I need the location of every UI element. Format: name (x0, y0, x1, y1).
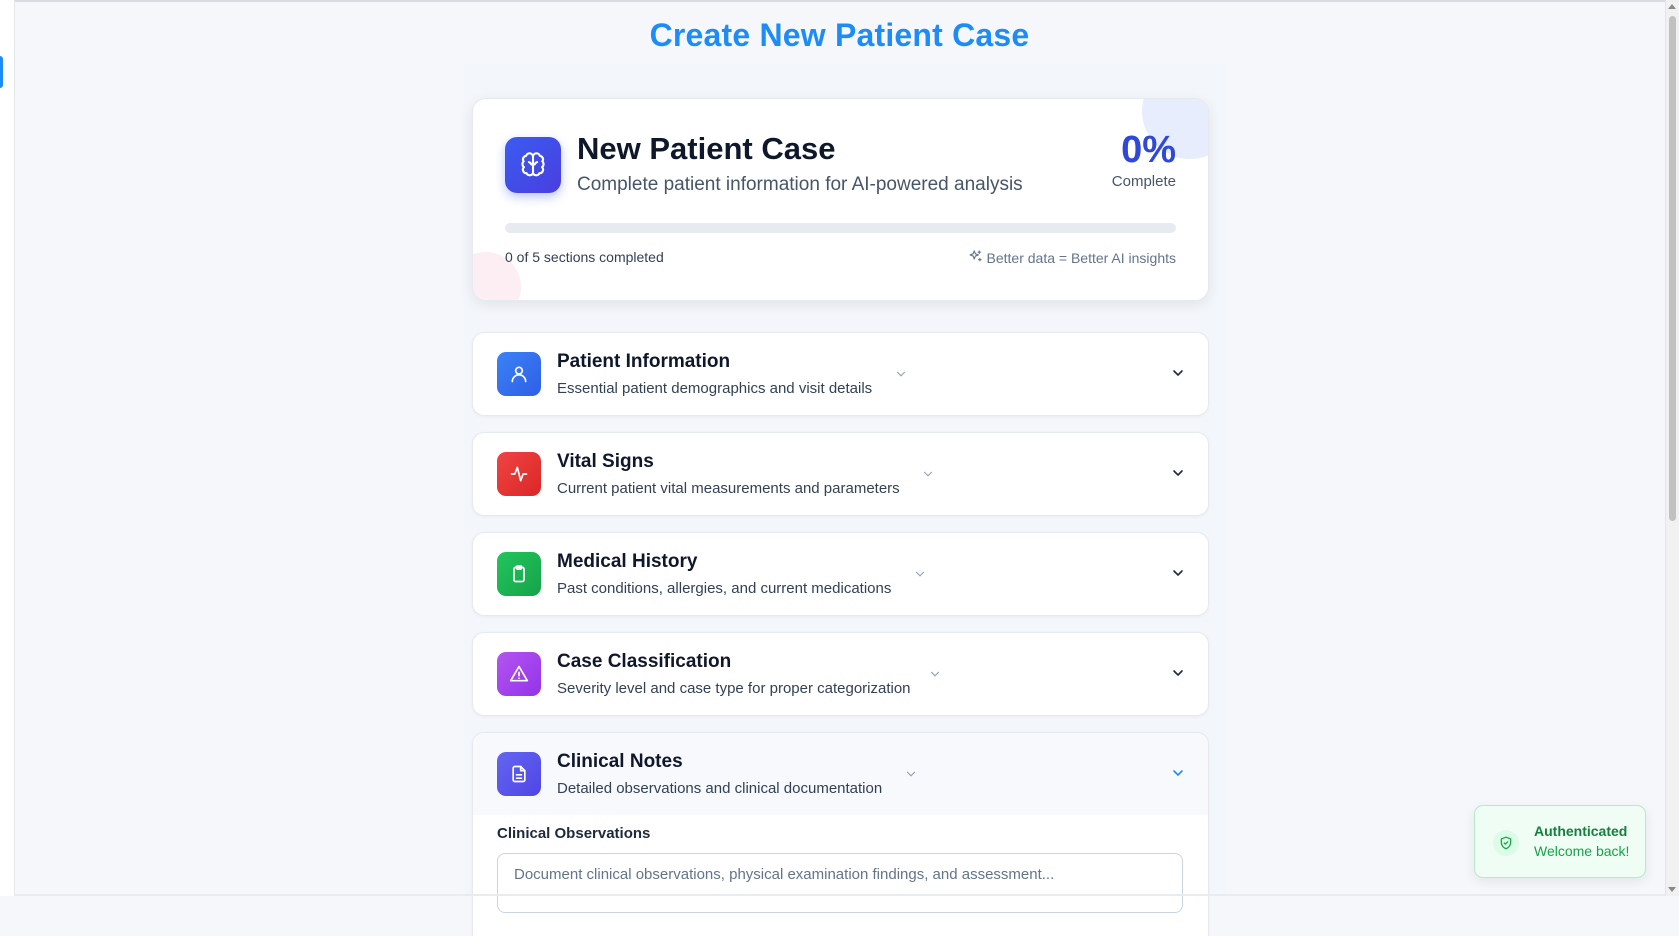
section-patient-information[interactable]: Patient Information Essential patient de… (472, 332, 1209, 416)
case-title: New Patient Case (577, 131, 836, 166)
case-subtitle: Complete patient information for AI-powe… (577, 174, 1023, 195)
shield-check-icon (1493, 830, 1519, 856)
clipboard-icon (497, 552, 541, 596)
brain-icon (505, 137, 561, 193)
page-scrollbar[interactable] (1665, 0, 1679, 896)
section-description: Detailed observations and clinical docum… (557, 780, 883, 797)
user-icon (497, 352, 541, 396)
expand-chevron-icon[interactable] (1170, 665, 1186, 686)
clinical-observations-label: Clinical Observations (497, 825, 651, 842)
completion-percent: 0% (1121, 129, 1176, 171)
section-title: Case Classification (557, 651, 732, 672)
toast-message: Welcome back! (1534, 843, 1630, 859)
chevron-down-icon (913, 567, 927, 586)
section-description: Essential patient demographics and visit… (557, 380, 873, 397)
page-title: Create New Patient Case (649, 17, 1030, 54)
sidebar-toggle-tab[interactable] (0, 56, 3, 88)
scrollbar-thumb[interactable] (1669, 16, 1676, 521)
section-description: Current patient vital measurements and p… (557, 480, 900, 497)
clinical-observations-input[interactable] (497, 853, 1183, 913)
section-medical-history[interactable]: Medical History Past conditions, allergi… (472, 532, 1209, 616)
scroll-up-icon[interactable] (1668, 4, 1676, 9)
section-clinical-notes[interactable]: Clinical Notes Detailed observations and… (472, 732, 1209, 936)
insight-text: Better data = Better AI insights (986, 250, 1177, 266)
section-title: Clinical Notes (557, 751, 683, 772)
file-text-icon (497, 752, 541, 796)
window-top-edge (0, 0, 1668, 2)
expand-chevron-icon[interactable] (1170, 465, 1186, 486)
completion-progress-bar (505, 223, 1176, 233)
insight-hint: Better data = Better AI insights (968, 249, 1177, 267)
auth-toast: Authenticated Welcome back! (1474, 805, 1646, 878)
expand-chevron-icon[interactable] (1170, 765, 1186, 786)
section-title: Patient Information (557, 351, 731, 372)
section-description: Severity level and case type for proper … (557, 680, 911, 697)
sparkles-icon (968, 249, 983, 267)
toast-title: Authenticated (1534, 823, 1628, 839)
sections-completed-text: 0 of 5 sections completed (505, 249, 664, 265)
chevron-down-icon (921, 467, 935, 486)
section-case-classification[interactable]: Case Classification Severity level and c… (472, 632, 1209, 716)
activity-icon (497, 452, 541, 496)
section-title: Medical History (557, 551, 698, 572)
chevron-down-icon (928, 667, 942, 686)
alert-triangle-icon (497, 652, 541, 696)
section-header[interactable] (473, 733, 1208, 815)
section-vital-signs[interactable]: Vital Signs Current patient vital measur… (472, 432, 1209, 516)
scroll-down-icon[interactable] (1668, 887, 1676, 892)
chevron-down-icon (894, 367, 908, 386)
case-summary-card: New Patient Case Complete patient inform… (472, 98, 1209, 301)
section-title: Vital Signs (557, 451, 654, 472)
section-description: Past conditions, allergies, and current … (557, 580, 892, 597)
chevron-down-icon (904, 767, 918, 786)
expand-chevron-icon[interactable] (1170, 565, 1186, 586)
expand-chevron-icon[interactable] (1170, 365, 1186, 386)
sidebar-rail (0, 0, 15, 896)
completion-label: Complete (1111, 173, 1176, 190)
